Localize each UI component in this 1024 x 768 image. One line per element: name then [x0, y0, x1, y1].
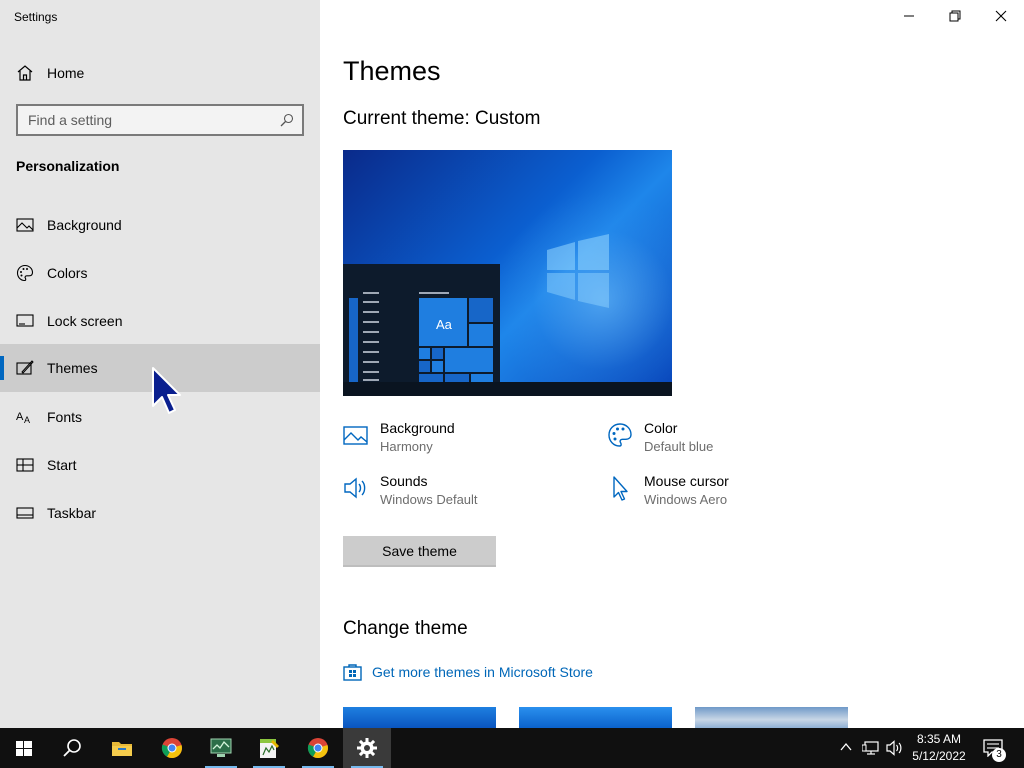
speaker-icon — [344, 477, 366, 499]
property-title: Sounds — [380, 473, 428, 489]
sidebar-item-label: Fonts — [47, 409, 83, 425]
property-value: Windows Aero — [644, 492, 728, 507]
preview-taskbar — [343, 382, 672, 396]
preview-start-tiles — [349, 292, 493, 386]
picture-icon — [16, 218, 34, 232]
taskbar-icon — [16, 507, 34, 519]
change-theme-heading: Change theme — [343, 618, 468, 639]
sidebar-item-label: Colors — [47, 265, 88, 281]
chrome-icon — [307, 738, 328, 759]
sidebar: Settings Home Personalization Background… — [0, 0, 320, 728]
selection-indicator — [0, 356, 4, 380]
chevron-up-icon[interactable] — [839, 740, 853, 754]
windows-start-icon — [16, 741, 32, 756]
notification-badge: 3 — [992, 748, 1006, 762]
theme-thumbnail[interactable] — [343, 707, 496, 728]
taskbar-notepad[interactable] — [245, 728, 293, 768]
page-title: Themes — [343, 56, 441, 86]
search-icon[interactable] — [280, 113, 294, 127]
current-theme-label: Current theme: Custom — [343, 108, 541, 129]
home-icon — [17, 65, 33, 81]
sidebar-item-taskbar[interactable]: Taskbar — [0, 489, 320, 537]
monitor-app-icon — [210, 738, 232, 757]
search-input[interactable] — [18, 106, 278, 134]
restore-button[interactable] — [932, 0, 978, 32]
clock-date: 5/12/2022 — [912, 749, 966, 763]
taskbar-clock[interactable]: 8:35 AM 5/12/2022 — [908, 731, 970, 765]
palette-icon — [608, 423, 632, 447]
home-label: Home — [47, 65, 85, 81]
gear-icon — [357, 738, 377, 758]
taskbar-settings[interactable] — [343, 728, 391, 768]
lock-screen-icon — [16, 314, 34, 327]
restore-icon — [949, 10, 961, 22]
theme-thumbnail[interactable] — [695, 707, 848, 728]
theme-thumbnail[interactable] — [519, 707, 672, 728]
palette-icon — [16, 264, 34, 282]
chrome-icon — [161, 738, 182, 759]
taskbar-file-explorer[interactable] — [98, 728, 146, 768]
volume-icon[interactable] — [886, 740, 904, 756]
section-heading: Personalization — [16, 158, 120, 174]
sidebar-item-label: Themes — [47, 360, 98, 376]
close-button[interactable] — [978, 0, 1024, 32]
themes-icon — [16, 360, 34, 375]
taskbar-chrome[interactable] — [148, 728, 196, 768]
property-title: Background — [380, 420, 455, 436]
theme-mouse-cursor-setting[interactable]: Mouse cursor Windows Aero — [607, 473, 847, 513]
svg-text:A: A — [16, 411, 24, 423]
property-value: Default blue — [644, 439, 714, 454]
app-title: Settings — [14, 10, 58, 24]
theme-preview: Aa — [343, 150, 672, 396]
property-value: Windows Default — [380, 492, 478, 507]
taskbar-chrome-window[interactable] — [294, 728, 342, 768]
picture-icon — [343, 426, 368, 445]
minimize-button[interactable] — [886, 0, 932, 32]
svg-text:A: A — [24, 415, 30, 425]
sidebar-item-label: Background — [47, 217, 122, 233]
home-nav-item[interactable]: Home — [0, 56, 320, 90]
sidebar-item-lock-screen[interactable]: Lock screen — [0, 297, 320, 345]
sidebar-item-label: Taskbar — [47, 505, 97, 521]
sidebar-item-label: Lock screen — [47, 313, 123, 329]
cursor-icon — [613, 476, 628, 501]
sidebar-item-background[interactable]: Background — [0, 201, 320, 249]
search-icon — [63, 739, 81, 757]
save-theme-button[interactable]: Save theme — [343, 536, 496, 567]
store-link-label: Get more themes in Microsoft Store — [372, 664, 593, 680]
sidebar-item-colors[interactable]: Colors — [0, 249, 320, 297]
mouse-pointer-icon — [152, 367, 181, 414]
theme-color-setting[interactable]: Color Default blue — [607, 420, 847, 460]
close-icon — [995, 10, 1007, 22]
search-box[interactable] — [16, 104, 304, 136]
preview-start-menu: Aa — [343, 264, 500, 396]
sidebar-item-start[interactable]: Start — [0, 441, 320, 489]
clock-time: 8:35 AM — [916, 732, 962, 746]
theme-background-setting[interactable]: Background Harmony — [343, 420, 583, 460]
preview-sample-text: Aa — [436, 317, 452, 332]
property-title: Mouse cursor — [644, 473, 729, 489]
taskbar: 8:35 AM 5/12/2022 3 — [0, 728, 1024, 768]
property-title: Color — [644, 420, 678, 436]
start-icon — [16, 458, 34, 472]
fonts-icon: A A — [16, 411, 30, 425]
notepad-icon — [260, 739, 279, 758]
taskbar-search-button[interactable] — [48, 728, 96, 768]
minimize-icon — [904, 15, 914, 17]
start-button[interactable] — [0, 728, 48, 768]
store-bag-icon — [343, 664, 362, 681]
taskbar-system-monitor[interactable] — [197, 728, 245, 768]
folder-icon — [112, 742, 132, 756]
network-icon[interactable] — [862, 740, 880, 756]
property-value: Harmony — [380, 439, 433, 454]
sidebar-item-label: Start — [47, 457, 77, 473]
theme-sounds-setting[interactable]: Sounds Windows Default — [343, 473, 583, 513]
windows-logo-icon — [547, 234, 609, 308]
